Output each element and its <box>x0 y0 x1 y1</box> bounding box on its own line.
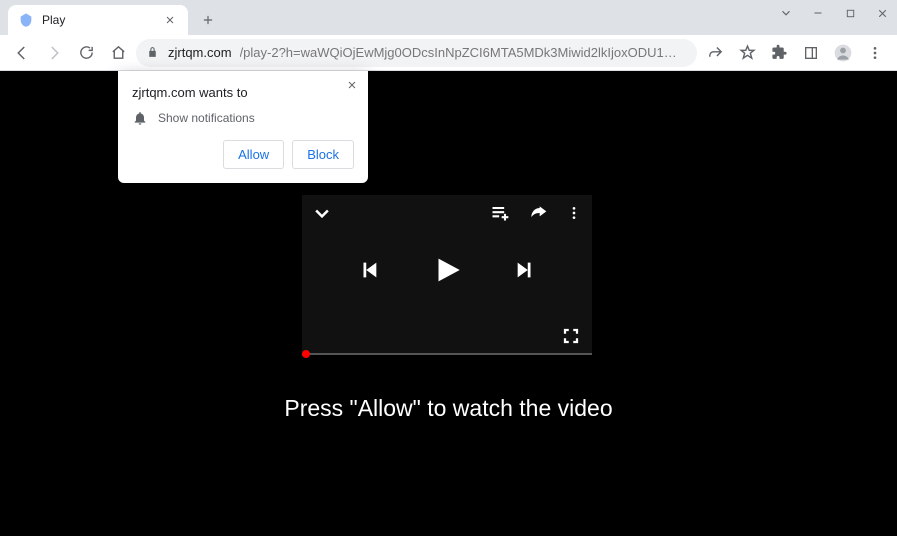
page-content: zjrtqm.com wants to Show notifications A… <box>0 71 897 536</box>
forward-button <box>40 39 68 67</box>
notification-prompt: zjrtqm.com wants to Show notifications A… <box>118 71 368 183</box>
share-button[interactable] <box>701 39 729 67</box>
next-track-icon[interactable] <box>514 259 536 281</box>
notification-title: zjrtqm.com wants to <box>132 85 354 100</box>
page-caption: Press "Allow" to watch the video <box>0 395 897 422</box>
playlist-add-icon[interactable] <box>490 203 510 223</box>
chevron-down-icon[interactable] <box>779 6 793 20</box>
new-tab-button[interactable] <box>194 6 222 34</box>
minimize-icon[interactable] <box>811 6 825 20</box>
progress-bar[interactable] <box>302 353 592 355</box>
back-button[interactable] <box>8 39 36 67</box>
menu-button[interactable] <box>861 39 889 67</box>
block-button[interactable]: Block <box>292 140 354 169</box>
maximize-icon[interactable] <box>843 6 857 20</box>
video-player <box>302 195 592 355</box>
home-button[interactable] <box>104 39 132 67</box>
lock-icon <box>146 46 160 59</box>
reload-button[interactable] <box>72 39 100 67</box>
notification-close-icon[interactable] <box>346 79 358 91</box>
window-controls <box>779 6 889 20</box>
extensions-button[interactable] <box>765 39 793 67</box>
url-path: /play-2?h=waWQiOjEwMjg0ODcsInNpZCI6MTA5M… <box>240 45 687 60</box>
address-bar[interactable]: zjrtqm.com/play-2?h=waWQiOjEwMjg0ODcsInN… <box>136 39 697 67</box>
more-icon[interactable] <box>566 205 582 221</box>
fullscreen-icon[interactable] <box>562 327 580 345</box>
share-icon[interactable] <box>528 203 548 223</box>
progress-handle[interactable] <box>302 350 310 358</box>
play-icon[interactable] <box>430 253 464 287</box>
profile-button[interactable] <box>829 39 857 67</box>
notification-body: Show notifications <box>158 111 255 125</box>
bell-icon <box>132 110 148 126</box>
tab-close-icon[interactable] <box>162 12 178 28</box>
allow-button[interactable]: Allow <box>223 140 284 169</box>
tab-favicon <box>18 12 34 28</box>
collapse-icon[interactable] <box>312 203 332 223</box>
bookmark-button[interactable] <box>733 39 761 67</box>
sidepanel-button[interactable] <box>797 39 825 67</box>
previous-track-icon[interactable] <box>358 259 380 281</box>
tab-title: Play <box>42 13 154 27</box>
url-domain: zjrtqm.com <box>168 45 232 60</box>
browser-toolbar: zjrtqm.com/play-2?h=waWQiOjEwMjg0ODcsInN… <box>0 35 897 71</box>
close-window-icon[interactable] <box>875 6 889 20</box>
browser-titlebar: Play <box>0 0 897 35</box>
browser-tab[interactable]: Play <box>8 5 188 35</box>
